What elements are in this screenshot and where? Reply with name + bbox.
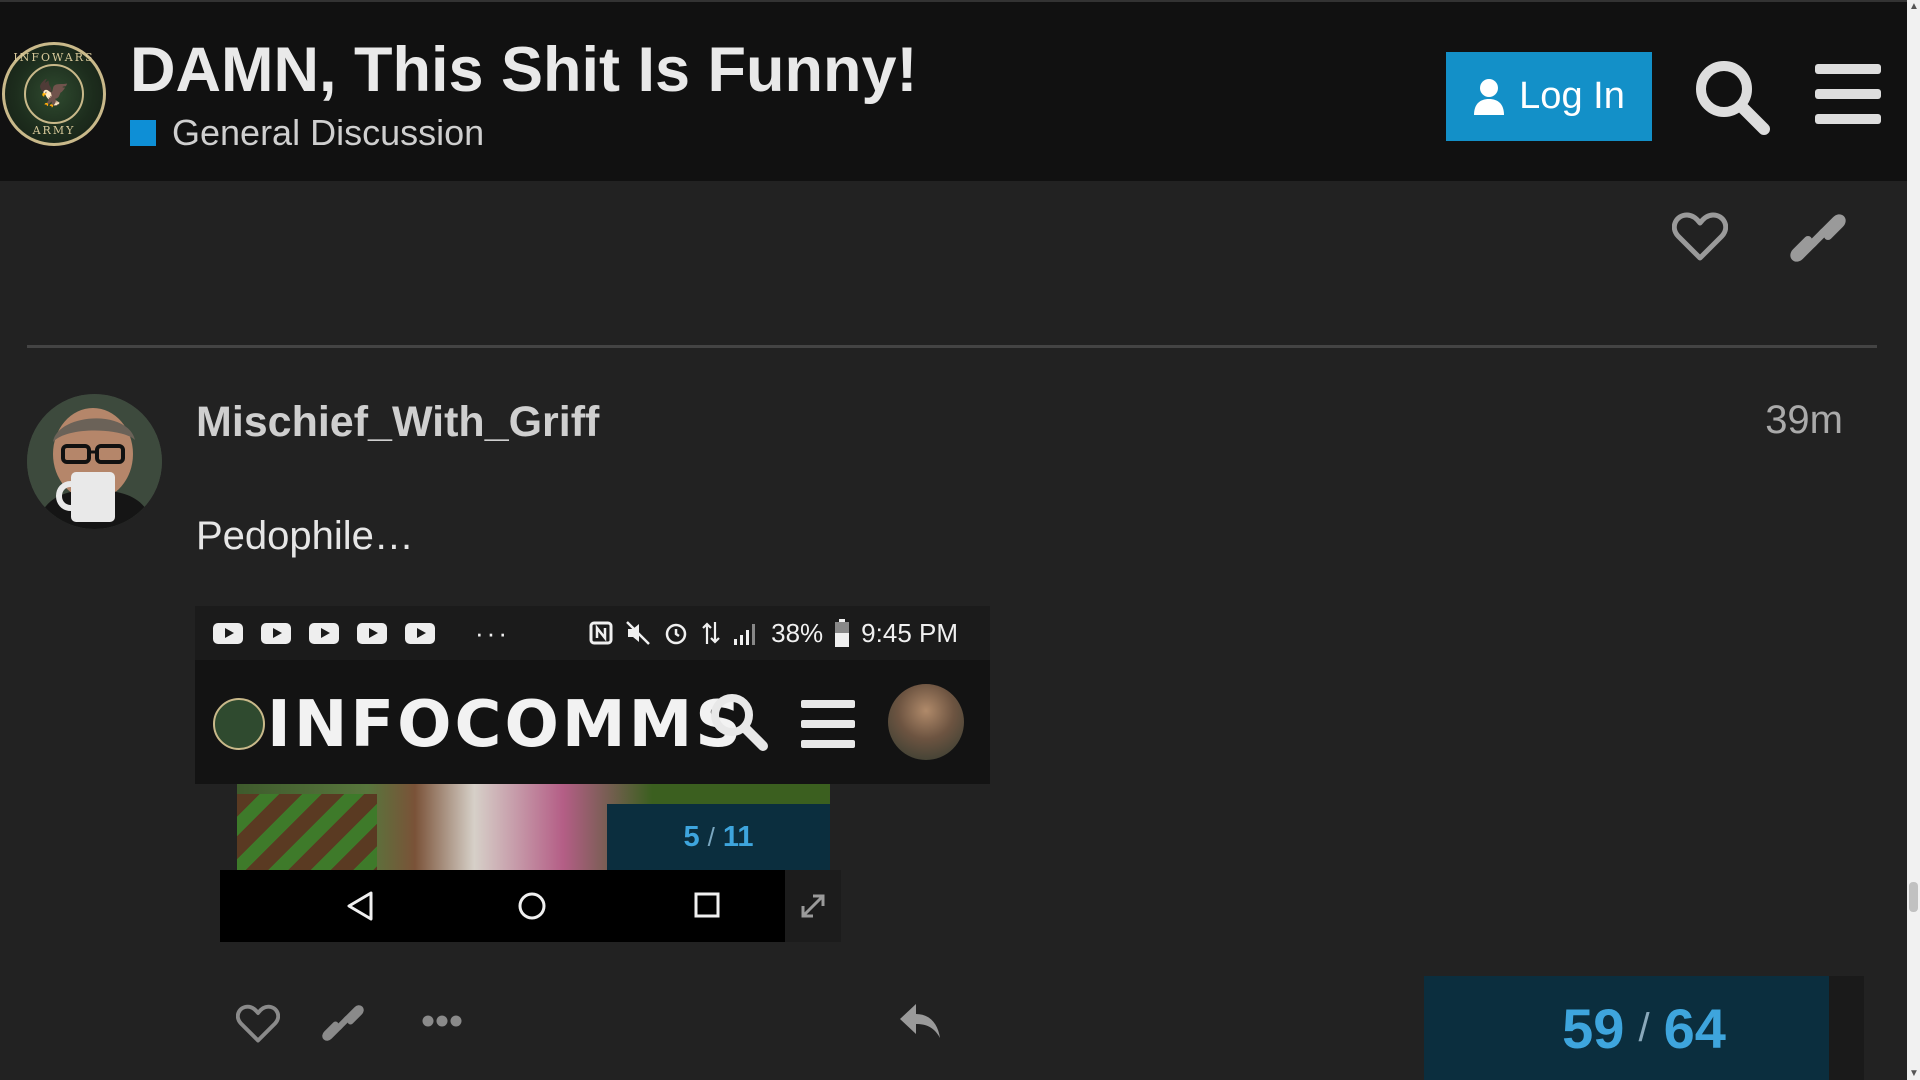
avatar-photo (27, 394, 162, 529)
youtube-icon (309, 622, 339, 644)
embedded-app-bar: INFOCOMMS (195, 660, 990, 784)
youtube-icon (261, 622, 291, 644)
like-icon[interactable] (236, 1004, 280, 1044)
photo-counter-current: 5 (683, 820, 700, 853)
scroll-down-arrow-icon[interactable]: ▼ (1909, 1067, 1919, 1080)
battery-icon (835, 619, 850, 647)
more-icon[interactable] (422, 1014, 462, 1028)
alarm-icon (665, 623, 687, 645)
phone-status-bar: ··· 38% 9:45 PM (195, 606, 990, 660)
photo-counter-separator: / (707, 821, 715, 852)
mute-icon (626, 621, 651, 645)
signal-icon (734, 624, 756, 645)
battery-percent: 38% (771, 617, 824, 648)
photo-counter-total: 11 (722, 820, 754, 853)
embedded-photo: 5 / 11 (237, 784, 830, 870)
hamburger-menu-icon[interactable] (1815, 64, 1881, 124)
home-icon (518, 892, 546, 920)
progress-current: 59 (1562, 996, 1625, 1060)
eagle-icon: 🦅 (24, 64, 84, 124)
link-icon[interactable] (1790, 210, 1846, 266)
post-body-text: Pedophile… (196, 514, 414, 558)
scroll-up-arrow-icon[interactable]: ▲ (1909, 0, 1919, 13)
logo-bottom-text: ARMY (32, 124, 76, 137)
youtube-icon (405, 622, 435, 644)
topic-title[interactable]: DAMN, This Shit Is Funny! (130, 34, 917, 106)
login-button[interactable]: Log In (1446, 52, 1652, 141)
site-logo[interactable]: INFOWARS 🦅 ARMY (2, 42, 106, 146)
embedded-app-title: INFOCOMMS (267, 688, 745, 762)
more-notifications: ··· (475, 617, 510, 648)
page-scrollbar[interactable]: ▲ ▼ (1907, 0, 1920, 1080)
expand-icon (801, 894, 825, 918)
embedded-avatar (888, 684, 964, 760)
embedded-site-logo (213, 698, 265, 750)
progress-separator: / (1638, 1005, 1650, 1050)
site-header: INFOWARS 🦅 ARMY DAMN, This Shit Is Funny… (0, 0, 1907, 181)
recents-icon (694, 892, 720, 918)
search-icon[interactable] (1692, 57, 1772, 137)
youtube-icon (357, 622, 387, 644)
expand-image-button[interactable] (785, 870, 841, 942)
category-color-swatch (130, 120, 156, 146)
scroll-thumb[interactable] (1909, 882, 1918, 912)
data-icon (702, 622, 720, 644)
progress-label: 59 / 64 (1424, 976, 1864, 1080)
embedded-screenshot[interactable]: ··· 38% 9:45 PM INFOCOMMS 5 / 11 (195, 606, 990, 942)
search-icon (711, 694, 768, 751)
logo-top-text: INFOWARS (13, 51, 95, 64)
link-icon[interactable] (322, 1002, 364, 1044)
category-badge[interactable]: General Discussion (130, 112, 484, 154)
login-label: Log In (1519, 75, 1625, 117)
post-timestamp[interactable]: 39m (1700, 398, 1843, 443)
photo-counter: 5 / 11 (607, 804, 830, 870)
nfc-icon (589, 621, 613, 645)
back-icon (347, 891, 373, 921)
status-bar-right: 38% 9:45 PM (589, 606, 958, 660)
reply-icon[interactable] (898, 1002, 942, 1042)
topic-progress[interactable]: 59 / 64 (1424, 976, 1864, 1080)
post-divider (27, 345, 1877, 348)
status-clock: 9:45 PM (861, 617, 958, 648)
progress-total: 64 (1663, 996, 1726, 1060)
category-label: General Discussion (172, 112, 485, 153)
photo-bench (237, 794, 377, 870)
post-username[interactable]: Mischief_With_Griff (196, 398, 599, 447)
avatar[interactable] (27, 394, 162, 529)
hamburger-menu-icon (801, 700, 855, 748)
youtube-icon (213, 622, 243, 644)
user-icon (1474, 78, 1505, 115)
like-icon[interactable] (1672, 212, 1728, 262)
android-nav-bar (220, 870, 840, 942)
